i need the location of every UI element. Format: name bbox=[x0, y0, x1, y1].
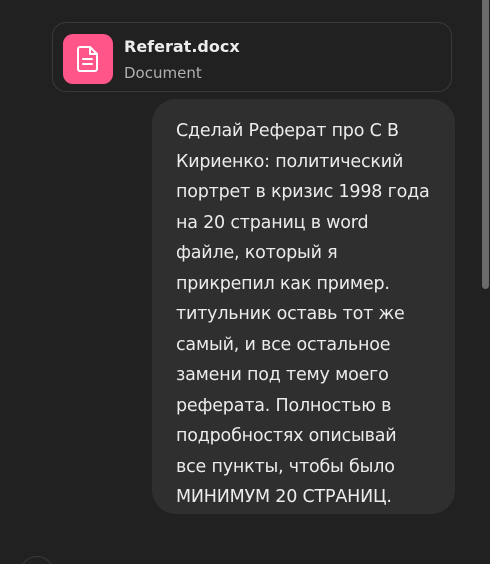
user-message-bubble: Сделай Реферат про С В Кириенко: политич… bbox=[152, 99, 455, 514]
message-line: самый, и все остальное bbox=[176, 334, 391, 355]
scrollbar[interactable] bbox=[480, 0, 490, 564]
message-line: реферата. Полностью в bbox=[176, 395, 392, 416]
message-line: Кириенко: политический bbox=[176, 151, 404, 172]
message-line: портрет в кризис 1998 года bbox=[176, 182, 430, 202]
chat-view: Referat.docx Document Сделай Реферат про… bbox=[0, 0, 490, 564]
file-attachment-card[interactable]: Referat.docx Document bbox=[52, 22, 452, 92]
message-line: титульник оставь тот же bbox=[176, 304, 405, 324]
message-line: файле, который я bbox=[176, 243, 338, 263]
message-line: МИНИМУМ 20 СТРАНИЦ. bbox=[176, 487, 392, 507]
file-type-label: Document bbox=[124, 64, 202, 82]
scrollbar-thumb[interactable] bbox=[482, 0, 489, 289]
message-line: Сделай Реферат про С В bbox=[176, 121, 399, 141]
message-line: подробностях описывай bbox=[176, 426, 397, 446]
message-line: на 20 страниц в word bbox=[176, 212, 369, 233]
document-icon bbox=[63, 34, 113, 84]
message-line: замени под тему моего bbox=[176, 365, 389, 385]
message-line: все пункты, чтобы было bbox=[176, 456, 395, 477]
file-name: Referat.docx bbox=[124, 37, 240, 56]
message-line: прикрепил как пример. bbox=[176, 273, 390, 294]
avatar bbox=[20, 556, 54, 564]
